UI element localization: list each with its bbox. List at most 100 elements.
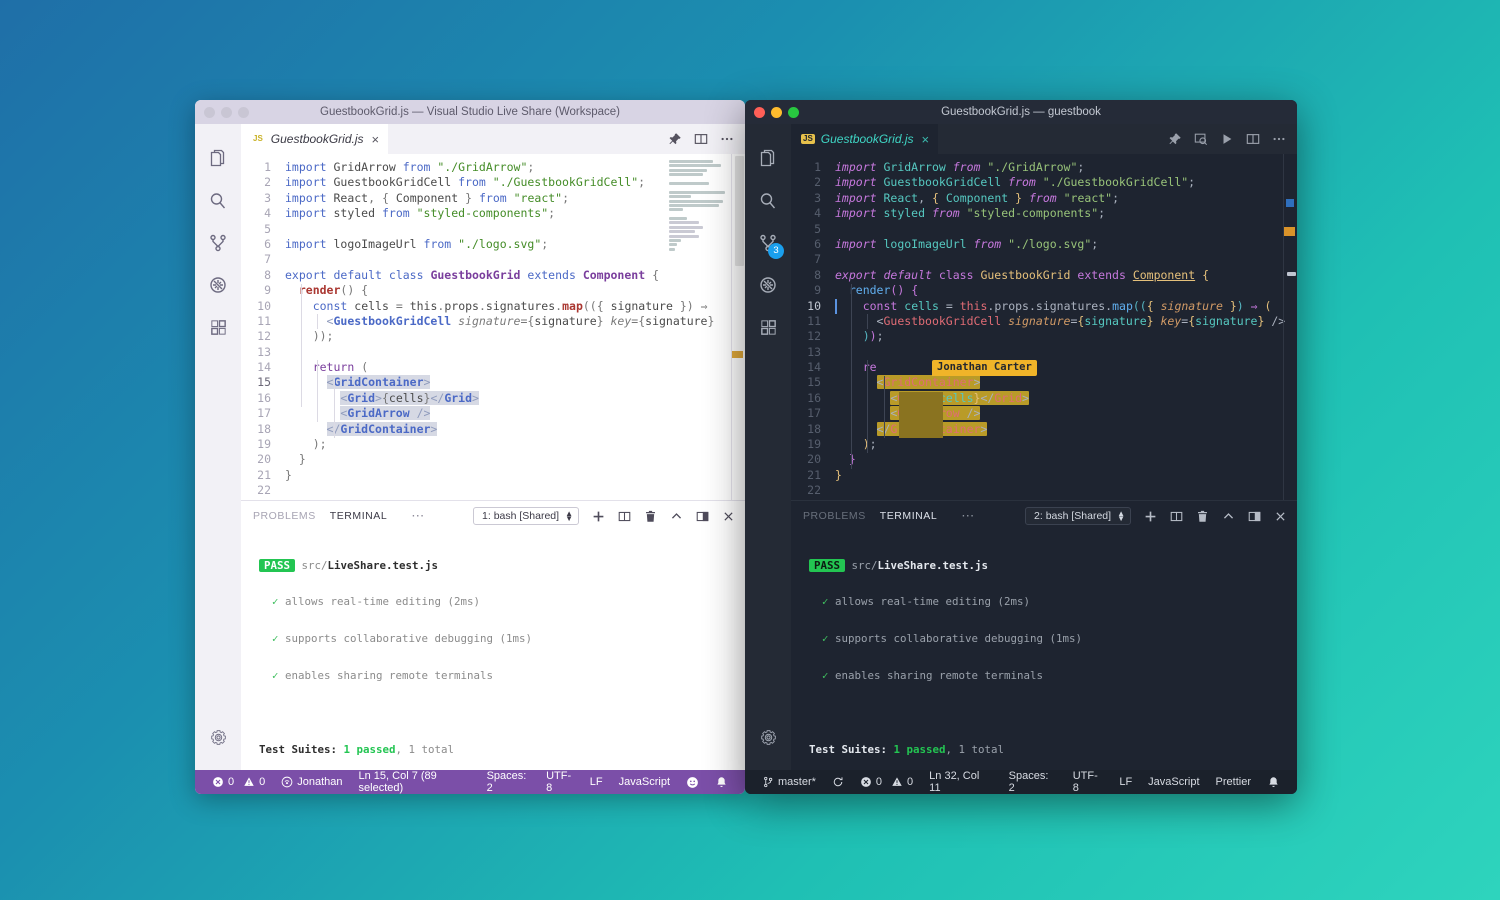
code-line[interactable]: ); [835,437,1297,452]
close-window-button[interactable] [754,106,765,118]
code-line[interactable] [285,345,745,360]
run-and-debug-icon[interactable] [201,264,235,306]
search-icon[interactable] [201,180,235,222]
code-editor[interactable]: 1 import GridArrow from "./GridArrow"; 2i… [241,154,745,500]
maximize-panel-icon[interactable] [696,510,709,523]
code-line[interactable]: const cells = this.props.signatures.map(… [835,299,1297,314]
split-editor-icon[interactable] [694,132,708,146]
vscode-host-window[interactable]: GuestbookGrid.js — guestbook 3 JS Guestb… [745,100,1297,794]
minimap[interactable] [669,160,731,260]
pin-icon[interactable] [1168,132,1182,146]
code-line[interactable] [835,222,1297,237]
run-file-icon[interactable] [1220,132,1234,146]
status-problems[interactable]: 0 0 [852,776,921,788]
code-line[interactable]: render() { [285,283,745,298]
code-line[interactable]: </GridContainer> [285,421,745,437]
status-bar[interactable]: master* 0 0 Ln 32, Col 11 Spaces: 2 UTF-… [745,770,1297,794]
tab-guestbookgrid-js[interactable]: JS GuestbookGrid.js × [791,124,939,154]
code-line[interactable]: export default class GuestbookGrid exten… [285,268,745,283]
run-and-debug-icon[interactable] [751,264,785,306]
notifications-bell-icon[interactable] [707,776,736,789]
code-line[interactable]: import GridArrow from "./GridArrow"; [835,160,1297,175]
code-line[interactable]: } [285,468,745,483]
close-panel-icon[interactable] [722,510,735,523]
scrollbar-thumb[interactable] [735,156,744,266]
status-eol[interactable]: LF [582,776,611,788]
code-line[interactable]: const cells = this.props.signatures.map(… [285,299,745,314]
code-line[interactable]: export default class GuestbookGrid exten… [835,268,1297,283]
code-line[interactable]: return ( [285,360,745,375]
bottom-panel[interactable]: PROBLEMS TERMINAL ⋯ 1: bash [Shared] ▲▼ [241,500,745,770]
explorer-icon[interactable] [751,138,785,180]
minimize-window-button[interactable] [771,106,782,118]
panel-more-icon[interactable]: ⋯ [951,508,985,524]
close-icon[interactable]: × [922,132,930,147]
code-line[interactable]: re [835,360,1297,375]
close-window-button[interactable] [204,106,215,118]
panel-tab-terminal[interactable]: TERMINAL [880,510,952,522]
status-cursor-position[interactable]: Ln 32, Col 11 [921,770,1000,794]
panel-tab-problems[interactable]: PROBLEMS [803,510,880,522]
window-controls[interactable] [195,106,249,118]
terminal-selector[interactable]: 1: bash [Shared] ▲ ▼ [473,507,579,525]
bottom-panel[interactable]: PROBLEMS TERMINAL ⋯ 2: bash [Shared] ▲▼ [791,500,1297,770]
extensions-icon[interactable] [201,306,235,348]
explorer-icon[interactable] [201,138,235,180]
pin-icon[interactable] [668,132,682,146]
status-eol[interactable]: LF [1111,776,1140,788]
editor-scrollbar[interactable] [1284,154,1297,500]
panel-actions[interactable] [1131,510,1287,523]
feedback-smiley-icon[interactable] [678,776,707,789]
panel-header[interactable]: PROBLEMS TERMINAL ⋯ 2: bash [Shared] ▲ ▼ [791,501,1297,531]
panel-actions[interactable] [579,510,735,523]
liveshare-guest-window[interactable]: GuestbookGrid.js — Visual Studio Live Sh… [195,100,745,794]
split-terminal-icon[interactable] [618,510,631,523]
kill-terminal-icon[interactable] [644,510,657,523]
maximize-window-button[interactable] [238,106,249,118]
code-line[interactable]: )); [285,329,745,344]
panel-tab-terminal[interactable]: TERMINAL [330,510,402,522]
status-bar[interactable]: 0 0 Jonathan Ln 15, Col 7 (89 selected) … [195,770,745,794]
code-line[interactable]: } [835,452,1297,467]
scrollbar-thumb[interactable] [1287,272,1296,276]
code-line[interactable] [835,483,1297,498]
status-cursor-position[interactable]: Ln 15, Col 7 (89 selected) [351,770,479,794]
chevron-up-icon[interactable] [1222,510,1235,523]
extensions-icon[interactable] [751,306,785,348]
code-line[interactable]: } [285,452,745,467]
status-language-mode[interactable]: JavaScript [1140,776,1207,788]
panel-header[interactable]: PROBLEMS TERMINAL ⋯ 1: bash [Shared] ▲ ▼ [241,501,745,531]
status-indentation[interactable]: Spaces: 2 [1001,770,1065,794]
status-problems[interactable]: 0 0 [204,776,273,788]
code-line[interactable]: <GridArrow /> [285,406,745,421]
code-line[interactable]: <GridContainer> [285,375,745,390]
code-line[interactable]: ); [285,437,745,452]
status-encoding[interactable]: UTF-8 [1065,770,1112,794]
editor-actions[interactable] [1168,124,1297,154]
code-line[interactable]: render() { [835,283,1297,298]
minimize-window-button[interactable] [221,106,232,118]
status-sync[interactable] [824,776,852,788]
code-line[interactable]: import styled from "styled-components"; [835,206,1297,221]
chevron-up-icon[interactable] [670,510,683,523]
code-line[interactable]: import GuestbookGridCell from "./Guestbo… [835,175,1297,190]
search-icon[interactable] [751,180,785,222]
gear-icon[interactable] [751,716,785,758]
code-line[interactable] [285,483,745,498]
status-branch[interactable]: master* [754,776,824,788]
editor-actions[interactable] [668,124,745,154]
source-control-icon[interactable]: 3 [751,222,785,264]
code-line[interactable]: import React, { Component } from "react"… [835,191,1297,206]
code-line[interactable]: import logoImageUrl from "./logo.svg"; [835,237,1297,252]
tab-guestbookgrid-js[interactable]: JS GuestbookGrid.js × [241,124,389,154]
code-line[interactable]: <GuestbookGridCell signature={signature}… [835,314,1297,329]
code-line[interactable]: <GuestbookGridCell signature={signature}… [285,314,745,329]
code-editor[interactable]: 1 import GridArrow from "./GridArrow"; 2i… [791,154,1297,500]
terminal-output[interactable]: PASS src/LiveShare.test.js ✓ allows real… [241,531,745,770]
source-control-icon[interactable] [201,222,235,264]
more-actions-icon[interactable] [1272,132,1286,146]
status-formatter[interactable]: Prettier [1208,776,1259,788]
notifications-bell-icon[interactable] [1259,776,1288,789]
code-content[interactable]: 1 import GridArrow from "./GridArrow"; 2i… [791,154,1297,499]
activity-bar[interactable]: 3 [745,124,791,770]
